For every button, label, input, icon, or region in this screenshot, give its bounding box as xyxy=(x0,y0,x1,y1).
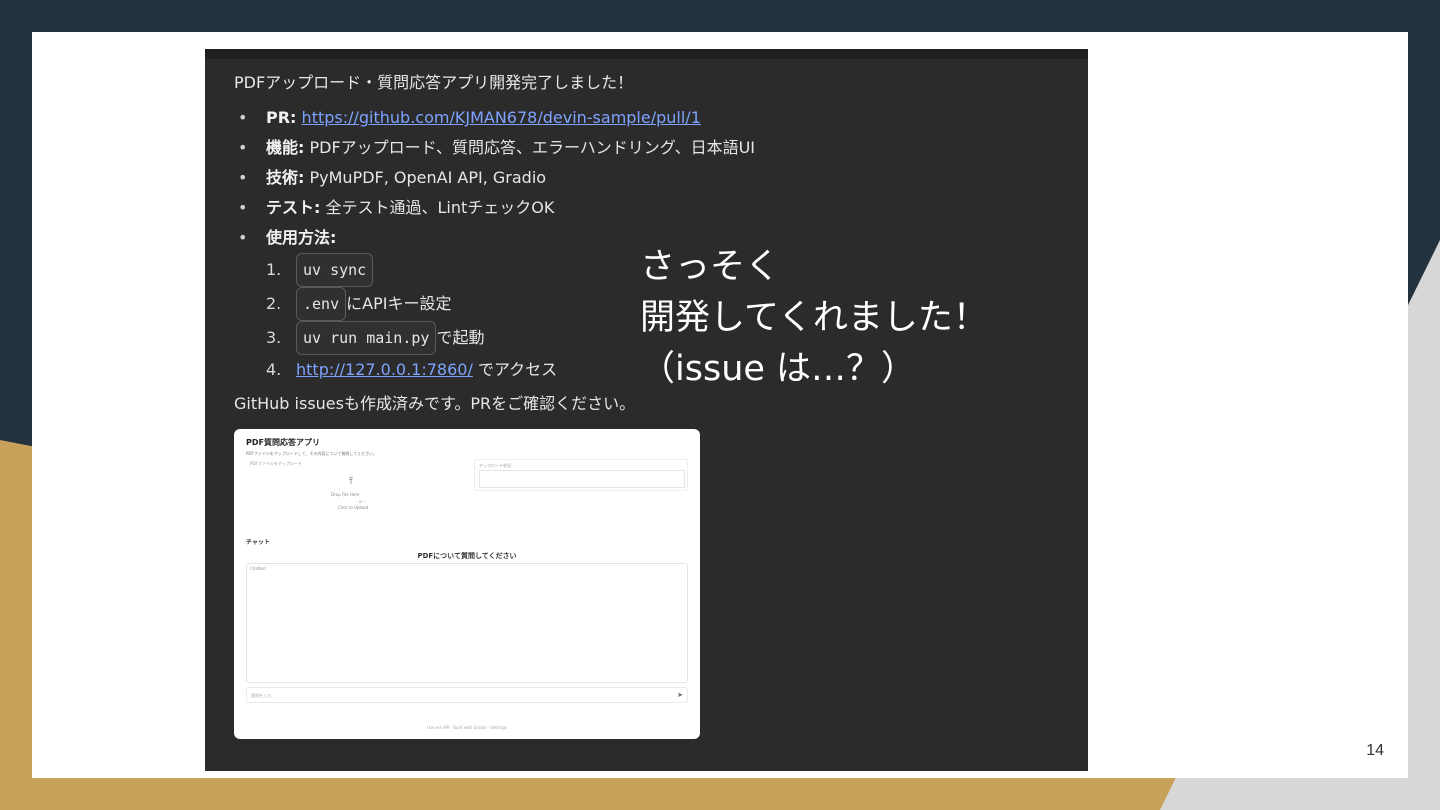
bullet-features: 機能: PDFアップロード、質問応答、エラーハンドリング、日本語UI xyxy=(234,133,1060,163)
pdf-upload-area[interactable]: PDFファイルをアップロード ⤒ Drop File Here - or - C… xyxy=(246,457,470,519)
app-preview-screenshot: PDF質問応答アプリ PDFファイルをアップロードして、その内容について質問して… xyxy=(234,429,700,739)
slide: PDFアップロード・質問応答アプリ開発完了しました！ PR: https://g… xyxy=(32,32,1408,778)
bullet-key: テスト: xyxy=(266,198,321,217)
bullet-value: 全テスト通過、LintチェックOK xyxy=(325,198,555,217)
upload-click-text: Click to Upload xyxy=(338,505,369,510)
step-number: 1. xyxy=(266,260,282,279)
step-number: 2. xyxy=(266,294,282,313)
chatbot-label: Chatbot xyxy=(250,566,266,571)
chat-prompt-heading: PDFについて質問してください xyxy=(417,552,517,560)
send-icon[interactable]: ➤ xyxy=(677,691,683,699)
annotation-line-3: （issue は…？） xyxy=(640,349,917,389)
app-footer: Use via API · Built with Gradio · Settin… xyxy=(427,725,507,730)
bullet-value: PDFアップロード、質問応答、エラーハンドリング、日本語UI xyxy=(309,138,756,157)
annotation-line-1: さっそく xyxy=(640,247,781,287)
message-title: PDFアップロード・質問応答アプリ開発完了しました！ xyxy=(234,73,634,92)
bullet-key: 機能: xyxy=(266,138,305,157)
pr-link[interactable]: https://github.com/KJMAN678/devin-sample… xyxy=(302,108,701,127)
page-number: 14 xyxy=(1366,742,1384,759)
chat-heading: チャット xyxy=(246,539,270,546)
inline-code: uv sync xyxy=(296,253,374,287)
bullet-key: 使用方法: xyxy=(266,228,337,247)
inline-code: uv run main.py xyxy=(296,321,437,355)
step-text: でアクセス xyxy=(477,360,558,379)
question-input[interactable]: 質問を入力 ➤ xyxy=(246,687,688,703)
chatbot-area: Chatbot xyxy=(246,563,688,683)
step-number: 4. xyxy=(266,360,282,379)
upload-status-box: アップロード状況 xyxy=(474,459,688,491)
inline-code: .env xyxy=(296,287,347,321)
status-label: アップロード状況 xyxy=(479,463,511,468)
bullet-tests: テスト: 全テスト通過、LintチェックOK xyxy=(234,193,1060,223)
upload-or-text: - or - xyxy=(356,499,366,504)
annotation-line-2: 開発してくれました！ xyxy=(640,298,988,338)
bullet-key: PR: xyxy=(266,108,297,127)
question-input-placeholder: 質問を入力 xyxy=(251,693,271,698)
bullet-tech: 技術: PyMuPDF, OpenAI API, Gradio xyxy=(234,163,1060,193)
bullet-key: 技術: xyxy=(266,168,305,187)
bullet-pr: PR: https://github.com/KJMAN678/devin-sa… xyxy=(234,103,1060,133)
upload-icon: ⤒ xyxy=(349,477,353,487)
step-text: にAPIキー設定 xyxy=(346,294,452,313)
status-field xyxy=(479,470,685,488)
step-text: で起動 xyxy=(436,328,485,347)
bullet-value: PyMuPDF, OpenAI API, Gradio xyxy=(309,168,547,187)
app-title: PDF質問応答アプリ xyxy=(246,438,320,447)
step-number: 3. xyxy=(266,328,282,347)
devin-message-screenshot: PDFアップロード・質問応答アプリ開発完了しました！ PR: https://g… xyxy=(205,49,1088,771)
upload-label: PDFファイルをアップロード xyxy=(250,461,302,466)
message-bullet-list: PR: https://github.com/KJMAN678/devin-sa… xyxy=(234,103,1060,253)
localhost-link[interactable]: http://127.0.0.1:7860/ xyxy=(296,355,473,385)
slide-annotation: さっそく 開発してくれました！ （issue は…？） xyxy=(640,242,988,395)
message-footer: GitHub issuesも作成済みです。PRをご確認ください。 xyxy=(234,394,636,413)
upload-drop-text: Drop File Here xyxy=(331,492,360,497)
